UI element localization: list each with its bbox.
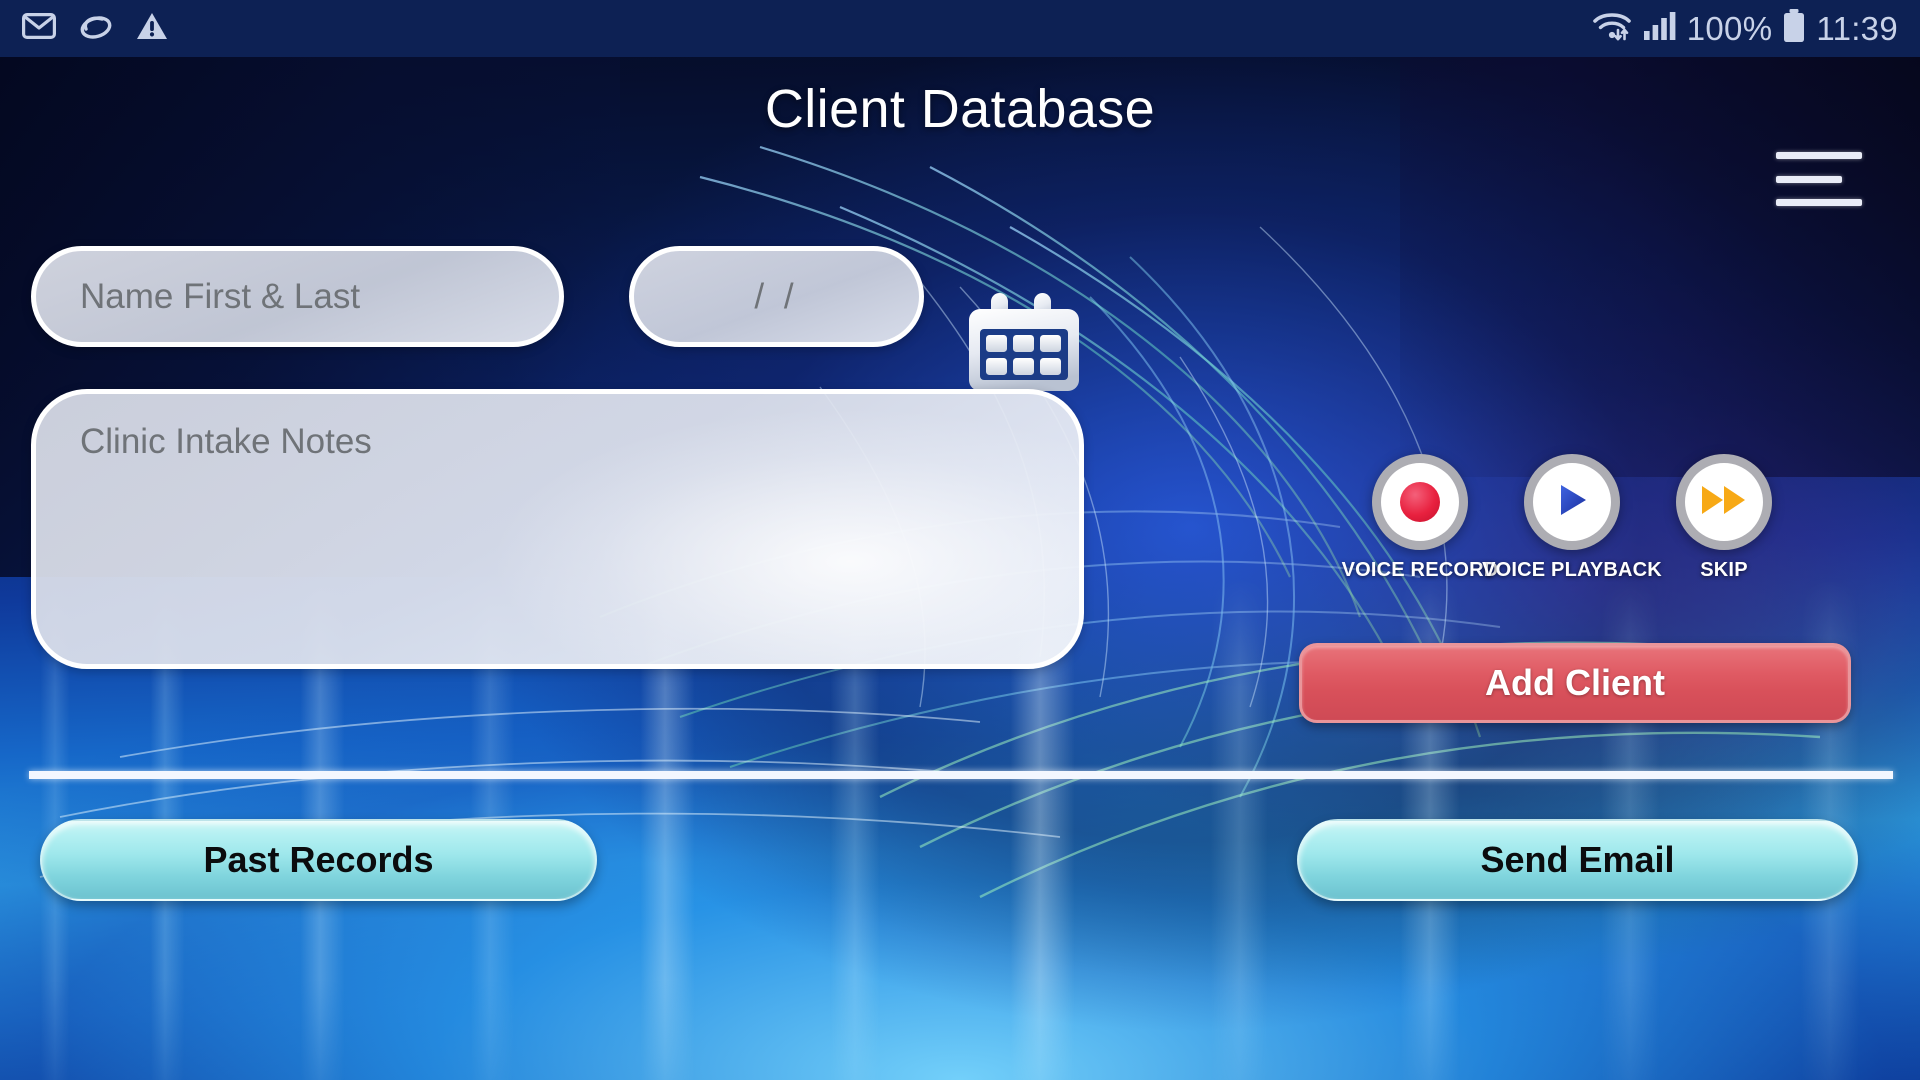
app-header: Client Database	[0, 57, 1920, 206]
hamburger-line-3	[1776, 199, 1862, 206]
record-dot-icon	[1400, 482, 1440, 522]
voice-playback-button[interactable]: VOICE PLAYBACK	[1482, 454, 1662, 582]
swirl-app-icon	[78, 13, 114, 45]
warning-triangle-icon	[136, 12, 168, 46]
name-input[interactable]: Name First & Last	[31, 246, 564, 347]
calendar-icon[interactable]	[964, 289, 1084, 395]
skip-circle	[1676, 454, 1772, 550]
voice-playback-label: VOICE PLAYBACK	[1482, 559, 1662, 581]
voice-record-label: VOICE RECORD	[1341, 559, 1499, 581]
app-screen: Client Database Name First & Last / / Cl…	[0, 57, 1920, 1080]
clock-label: 11:39	[1816, 10, 1898, 47]
battery-percent-label: 100%	[1686, 10, 1773, 47]
past-records-button[interactable]: Past Records	[40, 819, 597, 901]
date-input[interactable]: / /	[629, 246, 924, 347]
send-email-button[interactable]: Send Email	[1297, 819, 1858, 901]
battery-full-icon	[1782, 9, 1806, 48]
name-input-placeholder: Name First & Last	[80, 276, 361, 316]
skip-label: SKIP	[1700, 559, 1748, 581]
status-bar-right-icons: 100% 11:39	[1591, 9, 1898, 48]
play-triangle-icon	[1550, 478, 1594, 527]
notes-input-placeholder: Clinic Intake Notes	[80, 422, 372, 461]
voice-controls-group: VOICE RECORD VOICE PLAYBACK SKIP	[1342, 454, 1794, 594]
page-title: Client Database	[764, 79, 1156, 139]
hamburger-line-1	[1776, 152, 1862, 159]
past-records-label: Past Records	[203, 839, 434, 880]
skip-button[interactable]: SKIP	[1654, 454, 1794, 582]
fast-forward-icon	[1699, 480, 1749, 525]
voice-playback-circle	[1524, 454, 1620, 550]
add-client-button[interactable]: Add Client	[1299, 643, 1851, 723]
status-bar-left-icons	[22, 12, 168, 46]
add-client-label: Add Client	[1485, 662, 1665, 703]
section-divider	[29, 771, 1893, 779]
date-input-placeholder: / /	[754, 276, 799, 316]
status-bar: 100% 11:39	[0, 0, 1920, 57]
send-email-label: Send Email	[1480, 839, 1675, 880]
cellular-signal-icon	[1643, 11, 1677, 46]
gmail-icon	[22, 13, 56, 44]
voice-record-circle	[1372, 454, 1468, 550]
hamburger-line-2	[1776, 175, 1842, 183]
hamburger-menu-icon[interactable]	[1776, 152, 1862, 206]
wifi-icon	[1591, 10, 1633, 47]
notes-input[interactable]: Clinic Intake Notes	[31, 389, 1084, 669]
voice-record-button[interactable]: VOICE RECORD	[1342, 454, 1498, 582]
